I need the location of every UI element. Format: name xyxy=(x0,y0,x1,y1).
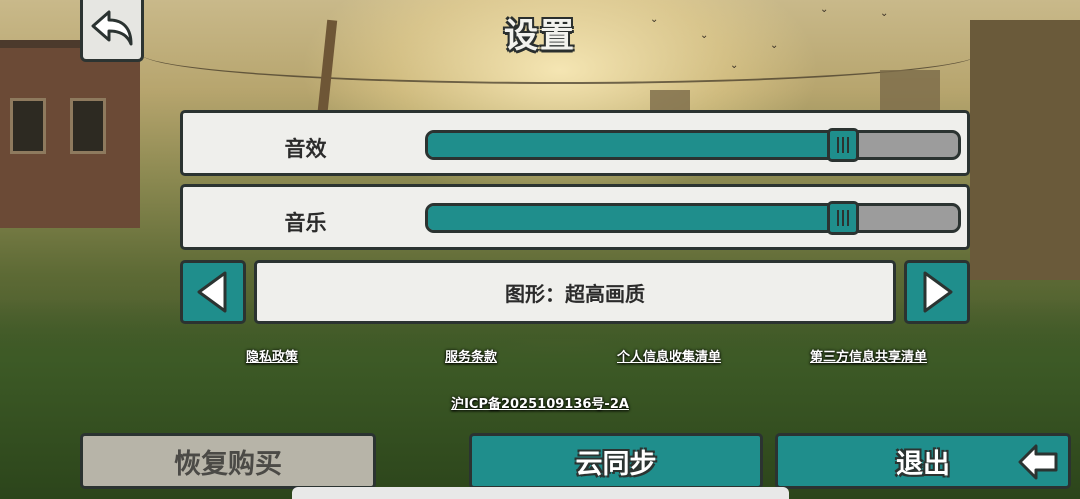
exit-arrow-icon xyxy=(1018,444,1058,480)
page-title: 设置 xyxy=(504,16,576,56)
terms-of-service-link[interactable]: 服务条款 xyxy=(445,346,497,365)
exit-button[interactable]: 退出 xyxy=(775,433,1071,489)
music-slider[interactable] xyxy=(425,203,961,233)
icp-license-link[interactable]: 沪ICP备2025109136号-2A xyxy=(0,393,1080,412)
music-row: 音乐 xyxy=(180,184,970,250)
privacy-policy-link[interactable]: 隐私政策 xyxy=(246,346,298,365)
triangle-right-icon xyxy=(923,271,953,313)
restore-purchase-button[interactable]: 恢复购买 xyxy=(80,433,376,489)
graphics-quality-display: 图形：超高画质 xyxy=(254,260,896,324)
graphics-next-button[interactable] xyxy=(904,260,970,324)
music-label: 音乐 xyxy=(284,211,327,235)
sound-effects-row: 音效 xyxy=(180,110,970,176)
graphics-prev-button[interactable] xyxy=(180,260,246,324)
sound-effects-slider-fill xyxy=(428,133,842,157)
exit-button-label: 退出 xyxy=(896,448,950,480)
cloud-sync-button[interactable]: 云同步 xyxy=(469,433,763,489)
music-slider-thumb[interactable] xyxy=(827,201,860,235)
third-party-sharing-link[interactable]: 第三方信息共享清单 xyxy=(810,346,927,365)
sound-effects-slider-thumb[interactable] xyxy=(827,128,860,162)
triangle-left-icon xyxy=(197,271,227,313)
sound-effects-slider[interactable] xyxy=(425,130,961,160)
sound-effects-label: 音效 xyxy=(284,137,327,161)
home-indicator-bar[interactable] xyxy=(292,487,789,499)
music-slider-fill xyxy=(428,206,842,230)
personal-info-list-link[interactable]: 个人信息收集清单 xyxy=(617,346,721,365)
